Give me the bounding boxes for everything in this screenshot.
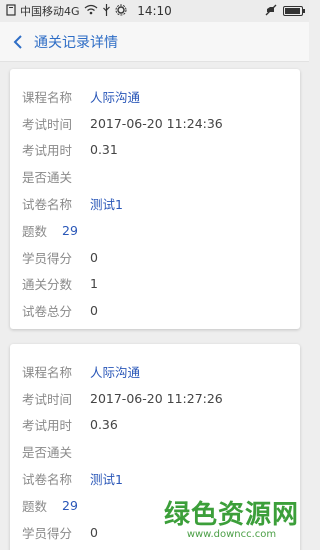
pass-label: 是否通关 (22, 445, 73, 461)
exam-time-value: 2017-06-20 11:27:26 (90, 390, 223, 406)
chevron-left-icon (13, 34, 22, 49)
record-row-duration: 考试用时 0.31 (10, 137, 300, 164)
score-value: 0 (90, 524, 98, 540)
watermark-title: 绿色资源网 (163, 500, 299, 530)
exam-time-value: 2017-06-20 11:24:36 (90, 115, 223, 131)
record-row-pass: 是否通关 (10, 438, 300, 465)
pass-label: 是否通关 (22, 170, 73, 186)
watermark: 绿色资源网 www.downcc.com (164, 494, 299, 540)
question-count-value: 29 (62, 222, 78, 238)
paper-value: 测试1 (90, 472, 123, 488)
exam-time-label: 考试时间 (22, 116, 73, 132)
record-row-duration: 考试用时 0.36 (10, 412, 300, 439)
course-label: 课程名称 (22, 89, 73, 105)
back-button[interactable] (4, 22, 32, 62)
page-title: 通关记录详情 (34, 34, 118, 51)
battery-icon (283, 6, 305, 16)
record-card: 课程名称 人际沟通 考试时间 2017-06-20 11:24:36 考试用时 … (10, 69, 300, 329)
score-label: 学员得分 (22, 250, 73, 266)
course-label: 课程名称 (22, 364, 73, 380)
paper-value: 测试1 (90, 197, 123, 213)
duration-label: 考试用时 (22, 143, 73, 159)
record-row-time: 考试时间 2017-06-20 11:24:36 (10, 110, 300, 137)
question-count-label: 题数 (22, 498, 48, 514)
score-value: 0 (90, 249, 98, 265)
paper-label: 试卷名称 (22, 197, 73, 213)
total-score-label: 试卷总分 (22, 304, 73, 320)
status-bar: 中国移动4G 14:10 (0, 0, 309, 22)
record-row-paper: 试卷名称 测试1 (10, 190, 300, 217)
duration-value: 0.31 (90, 142, 118, 158)
record-row-pass: 是否通关 (10, 163, 300, 190)
record-row-course: 课程名称 人际沟通 (10, 358, 300, 385)
mute-icon (265, 4, 277, 19)
record-row-total: 试卷总分 0 (10, 297, 300, 324)
question-count-label: 题数 (22, 223, 48, 239)
total-score-value: 0 (90, 303, 98, 319)
course-value: 人际沟通 (90, 89, 141, 105)
record-row-pass-score: 通关分数 1 (10, 271, 300, 298)
record-row-paper: 试卷名称 测试1 (10, 465, 300, 492)
score-label: 学员得分 (22, 525, 73, 541)
status-time: 14:10 (137, 4, 172, 18)
exam-time-label: 考试时间 (22, 391, 73, 407)
pass-score-value: 1 (90, 276, 98, 292)
record-row-course: 课程名称 人际沟通 (10, 83, 300, 110)
duration-label: 考试用时 (22, 418, 73, 434)
record-row-score: 学员得分 0 (10, 244, 300, 271)
question-count-value: 29 (62, 497, 78, 513)
status-right (265, 4, 305, 19)
record-row-count: 题数 29 (10, 217, 300, 244)
pass-score-label: 通关分数 (22, 277, 73, 293)
paper-label: 试卷名称 (22, 472, 73, 488)
course-value: 人际沟通 (90, 364, 141, 380)
duration-value: 0.36 (90, 417, 118, 433)
top-nav-bar: 通关记录详情 (0, 22, 309, 62)
record-row-time: 考试时间 2017-06-20 11:27:26 (10, 385, 300, 412)
